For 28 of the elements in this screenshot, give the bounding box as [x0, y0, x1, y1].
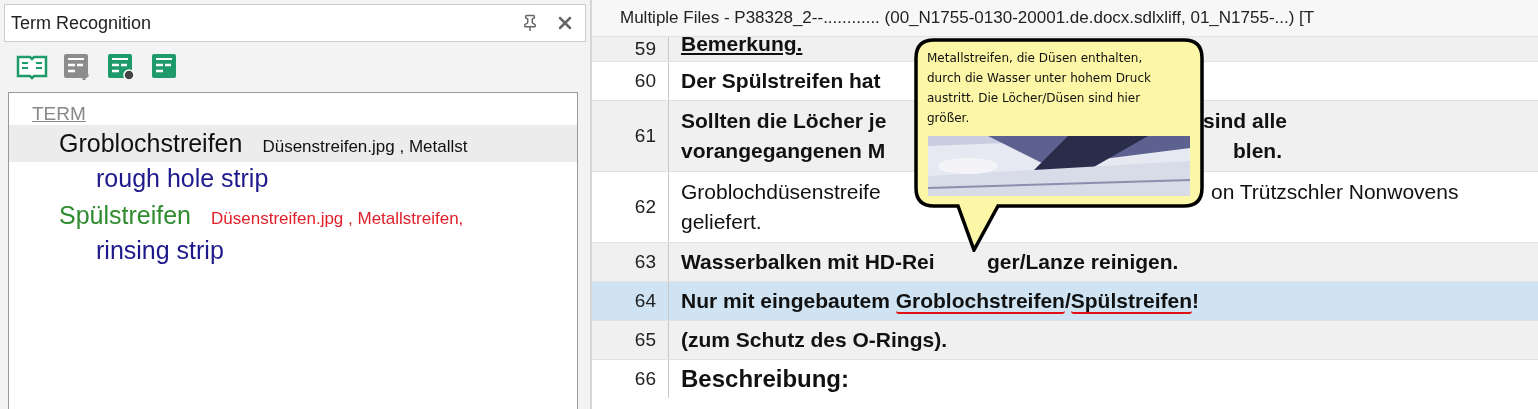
- segment-text: vorangegangenen M: [681, 139, 886, 162]
- segment-text: Sollten die Löcher je: [681, 109, 887, 132]
- segment-text: on Trützschler Nonwovens: [1211, 180, 1459, 203]
- segment-text: Groblochdüsenstreife: [681, 180, 881, 203]
- segment-text: Nur mit eingebautem: [681, 289, 891, 312]
- term: Spülstreifen: [59, 201, 192, 230]
- segment-text: !: [1192, 289, 1200, 312]
- segment-text: /: [1064, 289, 1071, 312]
- segment-text: geliefert.: [681, 210, 762, 233]
- segment-text: Wasserbalken mit HD-Rei: [681, 250, 935, 273]
- panel-title: Term Recognition: [11, 12, 153, 34]
- source-list: Düsenstreifen.jpg , Metallstreifen,: [211, 209, 464, 229]
- column-header: TERM: [32, 103, 86, 125]
- recognized-term: Groblochstreifen: [895, 289, 1065, 314]
- segment-text: Beschreibung:: [681, 365, 850, 392]
- tooltip-text: Metallstreifen, die Düsen enthalten, durch die Wasser unter hohem Druck austritt. Die Löcher/Düsen sind hier größer.: [926, 50, 1152, 127]
- recognized-term: Spülstreifen: [1070, 289, 1193, 314]
- term: Groblochstreifen: [59, 129, 243, 158]
- segment-text: sind alle: [1203, 109, 1288, 132]
- line-number: 66: [592, 360, 669, 398]
- document-title: Multiple Files - P38328_2--............ (00_N1755-0130-20001.de.docx.sdlxliff, 01_N1755-...) [T: [592, 0, 1538, 36]
- segment-text: ger/Lanze reinigen.: [987, 250, 1179, 273]
- segment-text: Der Spülstreifen hat: [681, 69, 881, 92]
- translation: rinsing strip: [95, 235, 225, 266]
- segment-text: blen.: [1233, 139, 1282, 162]
- segment-text: (zum Schutz des O-Rings).: [681, 328, 947, 351]
- source-list: Düsenstreifen.jpg , Metallst: [262, 137, 468, 157]
- translation: rough hole strip: [95, 163, 270, 194]
